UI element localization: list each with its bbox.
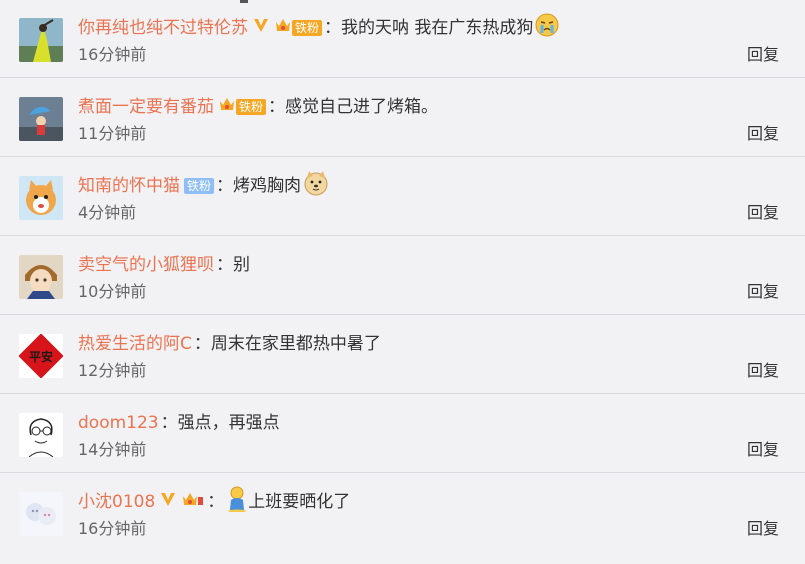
username-link[interactable]: 热爱生活的阿C [78,332,192,356]
vip-v-icon [159,490,177,515]
avatar[interactable] [19,18,63,62]
separator-colon: ： [216,176,234,196]
separator-colon: ： [324,18,342,38]
username-link[interactable]: 小沈0108 [78,490,155,514]
username-link[interactable]: doom123 [78,411,159,435]
reply-button[interactable]: 回复 [747,123,779,145]
reply-button[interactable]: 回复 [747,360,779,382]
comment-text: 感觉自己进了烤箱。 [285,97,439,117]
comment-time: 16分钟前 [78,45,147,64]
comment-time: 11分钟前 [78,124,147,143]
avatar[interactable] [19,492,63,536]
avatar-ping-an-text: 平安 [29,349,53,364]
fan-label: 铁粉 [236,99,267,115]
crown-icon [274,16,292,41]
comment-time: 16分钟前 [78,519,147,538]
comment-text: 别 [233,255,250,275]
comment-item: 煮面一定要有番茄 铁粉 ： 感觉自己进了烤箱。 11分钟前 回复 [0,79,805,157]
separator-colon: ： [160,413,178,433]
separator-colon: ： [193,334,211,354]
avatar[interactable] [19,176,63,220]
reply-button[interactable]: 回复 [747,44,779,66]
comment-item: 平安 热爱生活的阿C ： 周末在家里都热中暑了 12分钟前 回复 [0,316,805,394]
separator-colon: ： [268,97,286,117]
comment-text: 我的天呐 我在广东热成狗 [341,18,534,38]
reply-button[interactable]: 回复 [747,281,779,303]
comment-time: 10分钟前 [78,282,147,301]
crown-icon [218,95,236,120]
username-link[interactable]: 卖空气的小狐狸呗 [78,253,214,277]
reply-button[interactable]: 回复 [747,439,779,461]
fan-label: 铁粉 [292,20,323,36]
comment-item: 知南的怀中猫 铁粉 ： 烤鸡胸肉 4分钟前 回复 [0,158,805,236]
melting-figure-emoji-icon [226,486,248,519]
comment-text: 强点，再强点 [177,413,280,433]
comment-text: 上班要晒化了 [248,492,351,512]
vip-v-icon [252,16,270,41]
comment-item: 卖空气的小狐狸呗 ： 别 10分钟前 回复 [0,237,805,315]
reply-button[interactable]: 回复 [747,202,779,224]
crown-icon [181,490,205,515]
comment-item: 小沈0108 ： 上班要晒化了 16分钟前 回复 [0,474,805,552]
comment-time: 4分钟前 [78,203,137,222]
fan-badge [181,492,205,511]
comment-item: doom123 ： 强点，再强点 14分钟前 回复 [0,395,805,473]
comment-time: 14分钟前 [78,440,147,459]
reply-button[interactable]: 回复 [747,518,779,540]
comment-text: 周末在家里都热中暑了 [210,334,381,354]
username-link[interactable]: 煮面一定要有番茄 [78,95,214,119]
comment-text: 烤鸡胸肉 [233,176,302,196]
avatar[interactable]: 平安 [19,334,63,378]
avatar[interactable] [19,413,63,457]
comment-time: 12分钟前 [78,361,147,380]
separator-colon: ： [207,492,225,512]
fan-badge: 铁粉 [218,97,267,116]
fan-badge: 铁粉 [274,18,323,37]
username-link[interactable]: 你再纯也纯不过特伦苏 [78,16,248,40]
separator-colon: ： [216,255,233,275]
avatar[interactable] [19,97,63,141]
crying-emoji-icon [535,13,559,44]
doge-emoji-icon [303,170,329,203]
fan-label: 铁粉 [184,178,215,194]
comment-item: 你再纯也纯不过特伦苏 铁粉 ： 我的天呐 我在广东热成狗 16分钟前 回复 [0,0,805,78]
username-link[interactable]: 知南的怀中猫 [78,174,180,198]
avatar[interactable] [19,255,63,299]
fan-badge: 铁粉 [184,177,215,195]
